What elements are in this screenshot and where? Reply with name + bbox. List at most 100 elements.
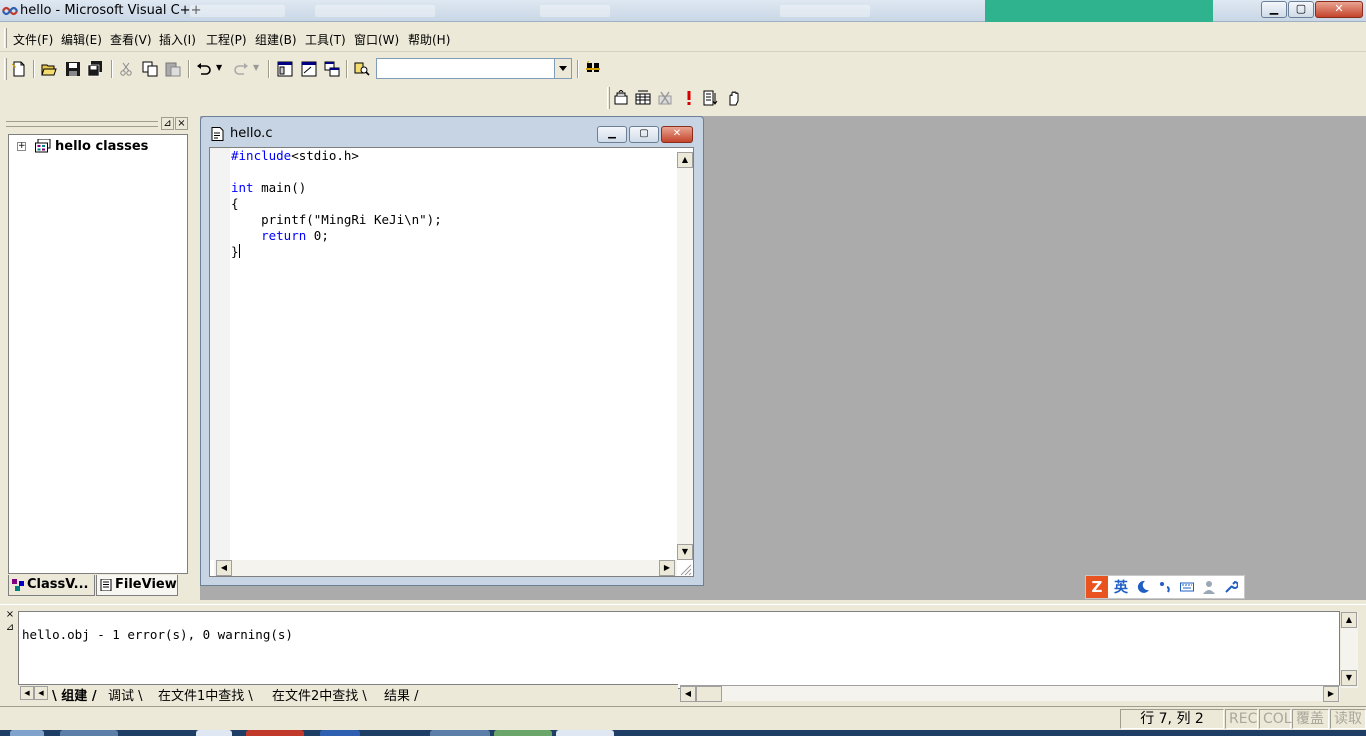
toolbar-grip[interactable] xyxy=(4,58,7,80)
keyboard-icon[interactable] xyxy=(1180,580,1194,594)
search-icon[interactable] xyxy=(583,59,603,79)
menu-edit[interactable]: 编辑(E) xyxy=(61,31,102,48)
code-line[interactable]: int main() xyxy=(231,180,442,196)
window-list-icon[interactable] xyxy=(322,59,342,79)
scroll-left-button[interactable]: ◀ xyxy=(216,560,232,576)
output-scroll-down-button[interactable]: ▼ xyxy=(1341,670,1357,686)
wrench-icon[interactable] xyxy=(1224,580,1238,594)
find-combo[interactable] xyxy=(376,58,572,79)
code-line[interactable]: { xyxy=(231,196,442,212)
taskbar-item[interactable] xyxy=(494,730,552,736)
tab-build[interactable]: \ 组建 / xyxy=(52,685,97,704)
editor-horizontal-scrollbar[interactable]: ◀ ▶ xyxy=(214,560,677,576)
menu-tools[interactable]: 工具(T) xyxy=(305,31,346,48)
tree-root-label[interactable]: hello classes xyxy=(55,139,148,154)
output-vertical-scrollbar[interactable]: ▲ ▼ xyxy=(1341,612,1358,688)
ime-toolbar[interactable]: Z 英 xyxy=(1085,575,1245,599)
tab-scroll-prev[interactable]: ◀ xyxy=(34,686,48,700)
paste-icon[interactable] xyxy=(163,59,183,79)
save-all-icon[interactable] xyxy=(85,59,105,79)
cut-icon[interactable] xyxy=(116,59,136,79)
execute-icon[interactable] xyxy=(679,88,699,108)
output-horizontal-scrollbar[interactable]: ◀ ▶ xyxy=(680,685,1340,702)
menu-file[interactable]: 文件(F) xyxy=(13,31,53,48)
copy-icon[interactable] xyxy=(140,59,160,79)
build-icon[interactable] xyxy=(633,88,653,108)
new-file-icon[interactable] xyxy=(9,59,29,79)
menu-help[interactable]: 帮助(H) xyxy=(408,31,450,48)
taskbar-item[interactable] xyxy=(556,730,614,736)
output-close-button[interactable]: × xyxy=(4,609,16,621)
code-line[interactable] xyxy=(231,164,442,180)
menu-grip[interactable] xyxy=(4,28,7,48)
output-scroll-up-button[interactable]: ▲ xyxy=(1341,612,1357,628)
tab-find-in-files-2[interactable]: 在文件2中查找 \ xyxy=(272,685,367,704)
menu-view[interactable]: 查看(V) xyxy=(110,31,152,48)
ime-language-toggle[interactable]: 英 xyxy=(1114,577,1128,597)
taskbar-item[interactable] xyxy=(320,730,360,736)
tab-results[interactable]: 结果 / xyxy=(384,685,419,704)
output-scroll-right-button[interactable]: ▶ xyxy=(1323,686,1339,702)
resize-grip-icon[interactable] xyxy=(678,562,692,576)
code-line[interactable]: } xyxy=(231,244,442,260)
scroll-down-button[interactable]: ▼ xyxy=(677,544,693,560)
menu-project[interactable]: 工程(P) xyxy=(206,31,247,48)
workspace-restore-button[interactable]: ⊿ xyxy=(161,117,174,130)
tab-fileview[interactable]: FileView xyxy=(96,575,178,596)
editor-vertical-scrollbar[interactable]: ▲ ▼ xyxy=(677,152,693,560)
toolbar-grip[interactable] xyxy=(607,87,610,109)
taskbar-item[interactable] xyxy=(60,730,118,736)
save-icon[interactable] xyxy=(63,59,83,79)
code-line[interactable]: printf("MingRi KeJi\n"); xyxy=(231,212,442,228)
code-editor[interactable]: #include<stdio.h> int main(){ printf("Min… xyxy=(209,147,694,577)
output-icon[interactable] xyxy=(299,59,319,79)
punctuation-icon[interactable] xyxy=(1158,580,1172,594)
go-icon[interactable] xyxy=(701,88,721,108)
find-in-files-icon[interactable] xyxy=(352,59,372,79)
tree-expand-icon[interactable]: + xyxy=(17,142,26,151)
breakpoint-icon[interactable] xyxy=(724,88,744,108)
code-line[interactable]: #include<stdio.h> xyxy=(231,148,442,164)
workspace-icon[interactable] xyxy=(275,59,295,79)
output-restore-button[interactable]: ⊿ xyxy=(4,622,16,634)
ime-logo[interactable]: Z xyxy=(1086,576,1108,598)
minimize-button[interactable]: ▁ xyxy=(1261,1,1287,18)
user-icon[interactable] xyxy=(1202,580,1216,594)
scroll-right-button[interactable]: ▶ xyxy=(659,560,675,576)
close-button[interactable]: ✕ xyxy=(1315,1,1363,18)
toolbar-separator xyxy=(346,60,348,78)
undo-dropdown-icon[interactable]: ▼ xyxy=(216,63,222,72)
editor-maximize-button[interactable]: ▢ xyxy=(629,126,659,143)
tab-find-in-files-1[interactable]: 在文件1中查找 \ xyxy=(158,685,253,704)
compile-icon[interactable] xyxy=(611,88,631,108)
workspace-close-button[interactable]: × xyxy=(175,117,188,130)
maximize-button[interactable]: ▢ xyxy=(1288,1,1314,18)
menu-insert[interactable]: 插入(I) xyxy=(159,31,196,48)
output-scroll-left-button[interactable]: ◀ xyxy=(680,686,696,702)
code-line[interactable]: return 0; xyxy=(231,228,442,244)
tab-debug[interactable]: 调试 \ xyxy=(108,685,143,704)
moon-icon[interactable] xyxy=(1136,580,1150,594)
taskbar-item[interactable] xyxy=(246,730,304,736)
open-icon[interactable] xyxy=(39,59,59,79)
output-text-area[interactable]: hello.obj - 1 error(s), 0 warning(s) ▲ ▼ xyxy=(18,611,1358,689)
stop-build-icon[interactable] xyxy=(655,88,675,108)
taskbar-item[interactable] xyxy=(430,730,490,736)
menu-window[interactable]: 窗口(W) xyxy=(354,31,399,48)
class-tree[interactable]: + hello classes xyxy=(8,134,188,574)
redo-icon[interactable] xyxy=(231,59,251,79)
editor-minimize-button[interactable]: ▁ xyxy=(597,126,627,143)
editor-close-button[interactable]: ✕ xyxy=(661,126,693,143)
taskbar-item[interactable] xyxy=(196,730,232,736)
tab-scroll-first[interactable]: ◀ xyxy=(20,686,34,700)
workspace-grip[interactable] xyxy=(6,121,158,127)
tab-classview[interactable]: ClassV... xyxy=(8,575,95,596)
start-button[interactable] xyxy=(10,730,44,736)
output-scroll-thumb[interactable] xyxy=(696,686,722,702)
undo-icon[interactable] xyxy=(194,59,214,79)
redo-dropdown-icon[interactable]: ▼ xyxy=(253,63,259,72)
menu-build[interactable]: 组建(B) xyxy=(255,31,297,48)
find-combo-dropdown[interactable] xyxy=(554,59,571,78)
scroll-up-button[interactable]: ▲ xyxy=(677,152,693,168)
source-code[interactable]: #include<stdio.h> int main(){ printf("Min… xyxy=(231,148,442,260)
